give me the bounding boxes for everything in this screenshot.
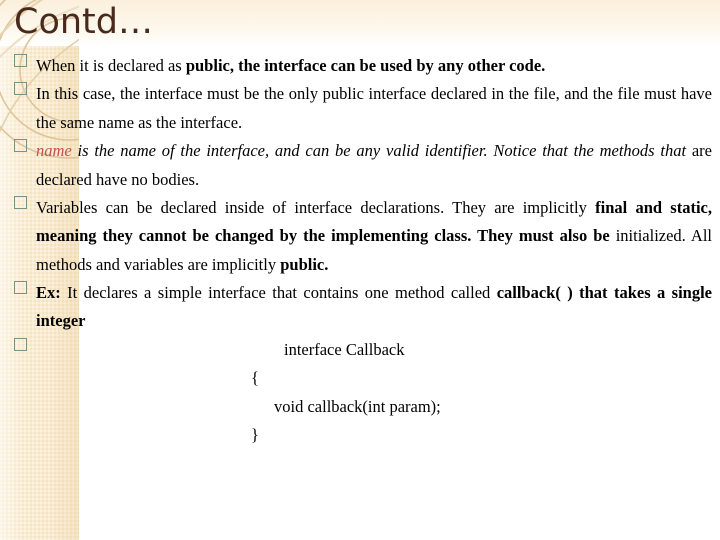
text-segment-bold: Ex: (36, 283, 61, 302)
bullet-marker-icon (14, 337, 27, 351)
bullet-marker-icon (14, 54, 27, 67)
list-item-text: When it is declared as public, the inter… (36, 52, 712, 80)
code-line: interface Callback (284, 339, 405, 359)
page-title: Contd… (14, 2, 153, 42)
text-segment-bold: public, the interface can be used by any… (185, 56, 546, 75)
list-item: In this case, the interface must be the … (0, 80, 720, 137)
bullet-marker-icon (14, 139, 27, 153)
text-segment: In this case, the interface must be the … (36, 84, 712, 132)
bullet-marker-icon (14, 281, 27, 294)
text-segment: It declares a simple interface that cont… (60, 283, 497, 302)
list-item: name is the name of the interface, and c… (0, 137, 720, 194)
bullet-marker-icon (14, 195, 27, 209)
list-item-text: Variables can be declared inside of inte… (36, 194, 712, 279)
code-line: { (251, 368, 259, 388)
list-item: Ex: It declares a simple interface that … (0, 279, 720, 336)
text-segment-highlight: name (36, 141, 72, 161)
code-line: void callback(int param); (274, 396, 441, 416)
list-item-text: In this case, the interface must be the … (36, 80, 712, 137)
bullet-marker-icon (14, 82, 27, 96)
text-segment-bold: public. (280, 254, 329, 274)
text-segment: Variables can be declared inside of inte… (36, 197, 596, 217)
text-segment: When it is declared as (36, 56, 186, 75)
bullet-list: When it is declared as public, the inter… (0, 52, 720, 449)
slide-canvas: Contd… When it is declared as public, th… (0, 0, 720, 540)
list-item: Variables can be declared inside of inte… (0, 194, 720, 279)
text-segment-italic: is the name of the interface, and can be… (71, 141, 687, 161)
code-line: } (251, 424, 259, 444)
code-sample: interface Callback { void callback(int p… (36, 336, 712, 450)
list-item: When it is declared as public, the inter… (0, 52, 720, 80)
list-item-code: interface Callback { void callback(int p… (0, 336, 720, 450)
list-item-text: name is the name of the interface, and c… (36, 137, 712, 194)
list-item-text: Ex: It declares a simple interface that … (36, 279, 712, 336)
